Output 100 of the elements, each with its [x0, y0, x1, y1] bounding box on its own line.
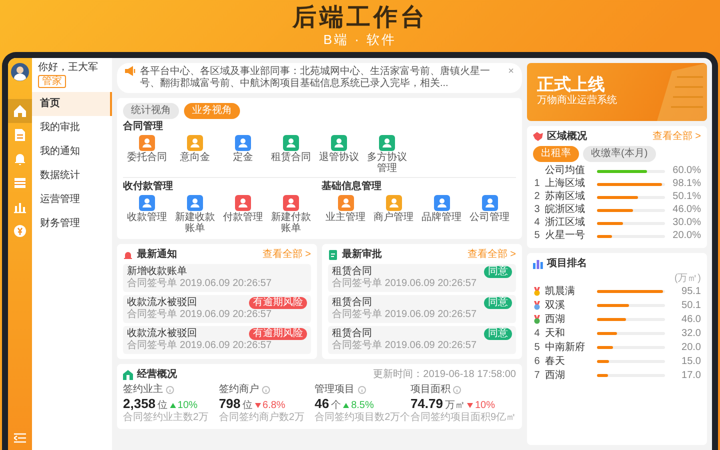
- app-label: 新建收款账单: [174, 212, 216, 234]
- stat-value: 74.79: [410, 396, 443, 412]
- app-shortcut[interactable]: 意向金: [171, 134, 219, 174]
- group-title: 基础信息管理: [322, 180, 382, 193]
- area-value: 32.0: [680, 328, 701, 340]
- list-item[interactable]: 租赁合同 同意 合同签号单 2019.06.09 20:26:57: [328, 326, 516, 354]
- sidebar-item[interactable]: 财务管理: [32, 212, 112, 236]
- region-tab[interactable]: 收缴率(本月): [583, 146, 656, 162]
- area-value: 46.0: [680, 314, 701, 326]
- rank-number: 1: [533, 178, 541, 190]
- app-label: 意向金: [179, 152, 211, 163]
- page-subtitle: B端 · 软件: [323, 32, 397, 47]
- up-triangle-icon: [343, 402, 350, 408]
- item-meta: 合同签号单 2019.06.09 20:26:57: [332, 278, 477, 290]
- app-label: 定金: [232, 152, 254, 163]
- app-shortcut[interactable]: 委托合同: [123, 134, 171, 174]
- area-value: 17.0: [680, 370, 701, 382]
- person-icon: [283, 194, 299, 211]
- card-title: 经营概况: [137, 368, 178, 381]
- person-icon: [379, 134, 395, 151]
- app-shortcut[interactable]: 收款管理: [123, 194, 171, 234]
- greeting-text: 你好，王大军: [38, 62, 99, 74]
- app-shortcut[interactable]: 退管协议: [315, 134, 363, 174]
- region-name: 浙江区域: [545, 217, 586, 230]
- stat-note: 合同签约业主数2万: [123, 412, 210, 424]
- stat-label: 项目面积: [410, 384, 450, 396]
- list-item[interactable]: 收款流水被驳回 有逾期风险 合同签号单 2019.06.09 20:26:57: [123, 294, 311, 323]
- sidebar-item[interactable]: 我的通知: [32, 140, 112, 164]
- app-shortcut[interactable]: 业主管理: [322, 194, 370, 223]
- item-title: 租赁合同: [332, 328, 372, 340]
- up-triangle-icon: [170, 402, 176, 408]
- person-icon: [482, 194, 498, 211]
- rank-number: 3: [533, 204, 541, 216]
- unit-label: (万㎡): [673, 272, 701, 285]
- app-shortcut[interactable]: 新建付款账单: [267, 194, 315, 234]
- list-item[interactable]: 租赁合同 同意 合同签号单 2019.06.09 20:26:57: [328, 264, 516, 292]
- app-shortcut[interactable]: 商户管理: [370, 194, 418, 223]
- item-meta: 合同签号单 2019.06.09 20:26:57: [332, 308, 477, 321]
- status-badge: 有逾期风险: [249, 328, 307, 340]
- app-label: 退管协议: [318, 152, 360, 163]
- app-shortcut[interactable]: 公司管理: [466, 194, 514, 223]
- person-icon: [139, 194, 155, 211]
- stat-unit: 个: [331, 400, 342, 412]
- sidebar-item[interactable]: 运营管理: [32, 188, 112, 212]
- status-badge: 有逾期风险: [249, 296, 307, 309]
- stat-change: 10%: [474, 400, 495, 412]
- bell-icon: [13, 152, 27, 166]
- group-title: 收付款管理: [123, 180, 174, 193]
- app-shortcut[interactable]: 新建收款账单: [171, 194, 219, 234]
- stat-unit: 位: [242, 400, 253, 412]
- app-shortcut[interactable]: 付款管理: [219, 194, 267, 234]
- card-title: 项目排名: [547, 258, 588, 270]
- project-name: 春天: [545, 356, 566, 368]
- info-icon: [166, 386, 174, 394]
- sidebar-item[interactable]: 首页: [32, 92, 112, 116]
- document-icon: [328, 250, 338, 260]
- project-name: 西湖: [545, 370, 566, 382]
- status-badge: 同意: [484, 328, 512, 340]
- card-title: 最新通知: [137, 248, 178, 261]
- person-icon: [235, 194, 251, 211]
- status-badge: 同意: [484, 266, 512, 278]
- item-title: 收款流水被驳回: [127, 328, 197, 340]
- person-icon: [283, 134, 299, 151]
- stat-label: 签约业主: [123, 384, 163, 396]
- item-meta: 合同签号单 2019.06.09 20:26:57: [332, 340, 477, 352]
- app-shortcut[interactable]: 多方协议管理: [363, 134, 411, 174]
- app-label: 新建付款账单: [270, 212, 312, 234]
- rank-number: 4: [533, 217, 541, 230]
- stat-value: 798: [218, 396, 241, 412]
- item-meta: 合同签号单 2019.06.09 20:26:57: [127, 340, 272, 352]
- person-icon: [235, 134, 251, 151]
- banner-subtitle: 万物商业运营系统: [537, 94, 618, 107]
- app-shortcut[interactable]: 定金: [219, 134, 267, 174]
- stat-note: 合同签约项目数2万个: [314, 412, 410, 424]
- app-shortcut[interactable]: 租赁合同: [267, 134, 315, 174]
- list-item[interactable]: 租赁合同 同意 合同签号单 2019.06.09 20:26:57: [328, 294, 516, 323]
- project-name: 中南新府: [545, 342, 586, 354]
- down-triangle-icon: [466, 402, 473, 408]
- app-label: 租赁合同: [270, 152, 312, 163]
- sidebar-item[interactable]: 我的审批: [32, 116, 112, 140]
- sidebar-item[interactable]: 数据统计: [32, 164, 112, 188]
- percent-value: 98.1%: [672, 178, 701, 190]
- view-tab[interactable]: 统计视角: [123, 102, 179, 119]
- coin-icon: [13, 224, 27, 238]
- percent-value: 50.1%: [672, 191, 701, 204]
- stat-label: 管理项目: [314, 384, 355, 396]
- person-icon: [187, 194, 203, 211]
- banner-title: 正式上线: [537, 74, 606, 94]
- document-icon: [13, 128, 27, 142]
- app-label: 商户管理: [372, 212, 414, 223]
- area-value: 15.0: [680, 356, 701, 368]
- app-shortcut[interactable]: 品牌管理: [418, 194, 466, 223]
- percent-value: 20.0%: [672, 230, 701, 242]
- list-item[interactable]: 收款流水被驳回 有逾期风险 合同签号单 2019.06.09 20:26:57: [123, 326, 311, 354]
- app-label: 多方协议管理: [366, 152, 408, 174]
- medal-icon: [533, 315, 541, 324]
- collapse-icon[interactable]: [14, 433, 26, 443]
- stat-value: 2,358: [123, 396, 156, 412]
- list-item[interactable]: 新增收款账单 合同签号单 2019.06.09 20:26:57: [123, 264, 311, 292]
- area-value: 95.1: [680, 286, 701, 298]
